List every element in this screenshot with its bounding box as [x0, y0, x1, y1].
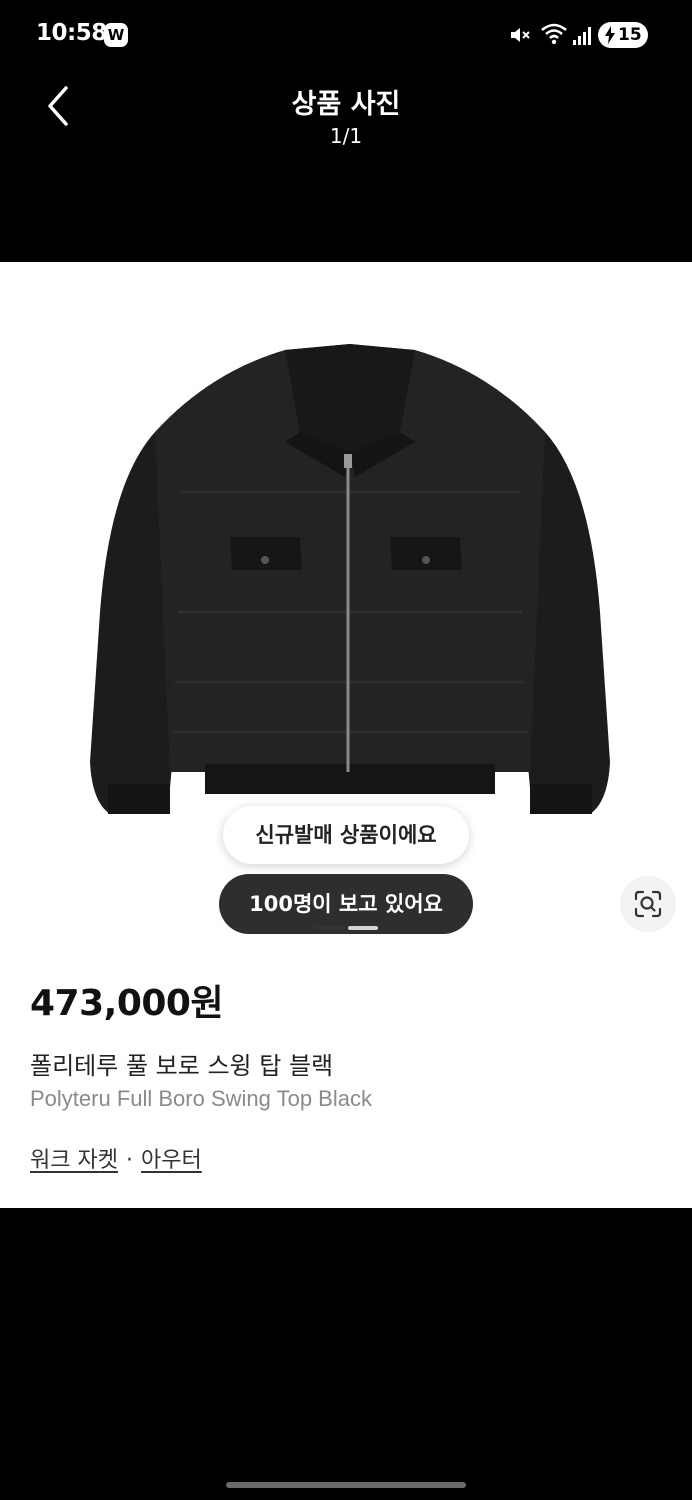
category-links: 워크 자켓 · 아우터	[30, 1142, 202, 1174]
mute-icon	[511, 28, 530, 42]
lens-search-icon	[634, 890, 662, 918]
status-bar: 10:58 W 15	[0, 0, 692, 70]
product-sheet: 신규발매 상품이에요 100명이 보고 있어요 473,000원 폴리테루 풀 …	[0, 262, 692, 1208]
home-indicator[interactable]	[226, 1482, 466, 1488]
category-link-outer[interactable]: 아우터	[141, 1148, 202, 1173]
viewers-badge: 100명이 보고 있어요	[219, 874, 473, 934]
wifi-icon	[541, 23, 567, 45]
new-release-badge: 신규발매 상품이에요	[223, 806, 469, 864]
product-name-korean: 폴리테루 풀 보로 스윙 탑 블랙	[30, 1052, 334, 1080]
category-link-work-jacket[interactable]: 워크 자켓	[30, 1148, 118, 1173]
indicator-inactive	[348, 926, 378, 930]
category-separator: ·	[125, 1148, 133, 1173]
indicator-active	[314, 926, 344, 930]
battery-icon: 15	[598, 22, 648, 48]
product-image[interactable]	[60, 332, 640, 862]
image-page-indicator	[314, 926, 378, 930]
lens-search-button[interactable]	[620, 876, 676, 932]
header: 상품 사진 1/1	[0, 70, 692, 262]
battery-level: 15	[618, 25, 642, 45]
signal-icon	[573, 27, 591, 45]
product-price: 473,000원	[30, 983, 224, 1024]
page-title: 상품 사진	[291, 89, 401, 120]
page-counter: 1/1	[329, 124, 363, 148]
status-time: 10:58	[36, 20, 107, 46]
product-name-english: Polyteru Full Boro Swing Top Black	[30, 1086, 372, 1111]
app-notification-icon: W	[104, 23, 128, 47]
